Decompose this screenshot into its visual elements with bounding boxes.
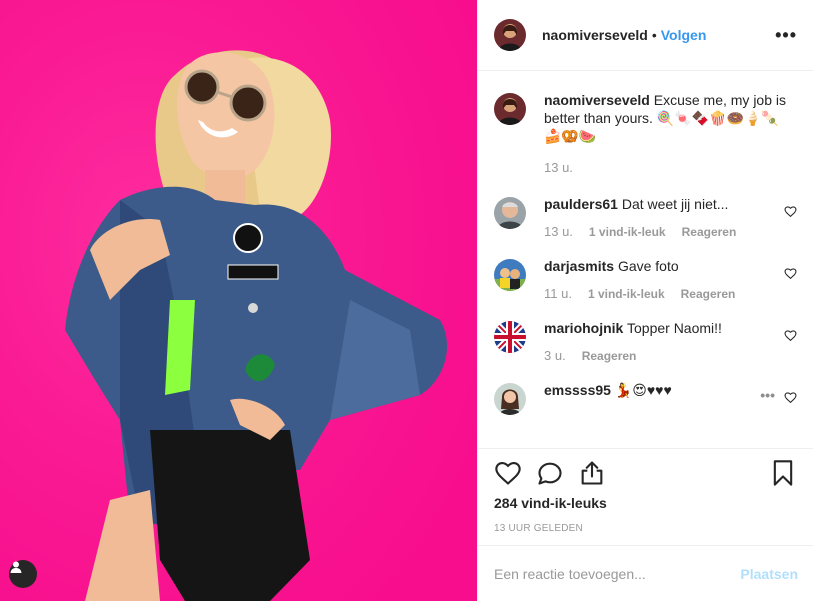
- comment-username[interactable]: paulders61: [544, 196, 618, 212]
- heart-icon[interactable]: [784, 267, 797, 280]
- heart-icon[interactable]: [784, 329, 797, 342]
- avatar-image: [494, 197, 526, 229]
- comment-text: 💃😍♥♥♥: [614, 382, 672, 398]
- heart-icon[interactable]: [784, 205, 797, 218]
- heart-icon[interactable]: [494, 459, 522, 487]
- reply-button[interactable]: Reageren: [681, 285, 736, 303]
- comment-item: darjasmits Gave foto 11 u. 1 vind-ik-leu…: [494, 257, 797, 303]
- comments-list[interactable]: naomiverseveld Excuse me, my job is bett…: [478, 71, 813, 448]
- comment-item: paulders61 Dat weet jij niet... 13 u. 1 …: [494, 195, 797, 241]
- more-options-icon[interactable]: •••: [775, 25, 797, 46]
- heart-icon[interactable]: [784, 391, 797, 404]
- post-photo[interactable]: [0, 0, 477, 601]
- action-bar: [478, 448, 813, 489]
- comment-text: Gave foto: [617, 258, 679, 274]
- post-timestamp[interactable]: 13 UUR GELEDEN: [478, 511, 813, 534]
- comment-input[interactable]: [494, 565, 741, 582]
- post-side-panel: naomiverseveld • Volgen ••• naomiverseve…: [477, 0, 813, 601]
- post-comment-button[interactable]: Plaatsen: [740, 566, 798, 582]
- comment-icon[interactable]: [536, 459, 564, 487]
- avatar-image: [494, 259, 526, 291]
- comment-options-icon[interactable]: •••: [760, 387, 775, 403]
- comment-username[interactable]: emssss95: [544, 382, 611, 398]
- comment-username[interactable]: mariohojnik: [544, 320, 623, 336]
- commenter-avatar[interactable]: [494, 383, 526, 415]
- avatar-image: [494, 383, 526, 415]
- comment-username[interactable]: darjasmits: [544, 258, 614, 274]
- comment-likes-button[interactable]: 1 vind-ik-leuk: [589, 223, 666, 241]
- separator-dot: •: [651, 27, 657, 43]
- comment-likes-button[interactable]: 1 vind-ik-leuk: [588, 285, 665, 303]
- comment-item: emssss95 💃😍♥♥♥ •••: [494, 381, 797, 415]
- caption: naomiverseveld Excuse me, my job is bett…: [494, 91, 797, 177]
- avatar-image: [494, 321, 526, 353]
- tag-user-button[interactable]: [9, 560, 37, 588]
- caption-time[interactable]: 13 u.: [544, 159, 573, 177]
- user-icon: [10, 561, 22, 573]
- caption-username[interactable]: naomiverseveld: [544, 92, 650, 108]
- reply-button[interactable]: Reageren: [682, 223, 737, 241]
- comment-text: Topper Naomi!!: [627, 320, 722, 336]
- reply-button[interactable]: Reageren: [582, 347, 637, 365]
- commenter-avatar[interactable]: [494, 197, 526, 229]
- follow-button[interactable]: Volgen: [661, 27, 707, 43]
- comment-text: Dat weet jij niet...: [621, 196, 729, 212]
- commenter-avatar[interactable]: [494, 259, 526, 291]
- comment-time[interactable]: 11 u.: [544, 285, 572, 303]
- likes-count[interactable]: 284 vind-ik-leuks: [478, 489, 813, 511]
- bookmark-icon[interactable]: [769, 459, 797, 487]
- comment-time[interactable]: 13 u.: [544, 223, 573, 241]
- caption-avatar[interactable]: [494, 93, 526, 125]
- author-avatar[interactable]: [494, 19, 526, 51]
- instagram-post: naomiverseveld • Volgen ••• naomiverseve…: [0, 0, 813, 601]
- post-header: naomiverseveld • Volgen •••: [478, 0, 813, 71]
- photo-illustration: [0, 0, 477, 601]
- avatar-image: [494, 93, 526, 125]
- add-comment-bar: Plaatsen: [478, 545, 813, 601]
- comment-item: mariohojnik Topper Naomi!! 3 u. Reageren: [494, 319, 797, 365]
- commenter-avatar[interactable]: [494, 321, 526, 353]
- comment-time[interactable]: 3 u.: [544, 347, 566, 365]
- author-username[interactable]: naomiverseveld: [542, 27, 648, 43]
- avatar-image: [494, 19, 526, 51]
- share-icon[interactable]: [578, 459, 606, 487]
